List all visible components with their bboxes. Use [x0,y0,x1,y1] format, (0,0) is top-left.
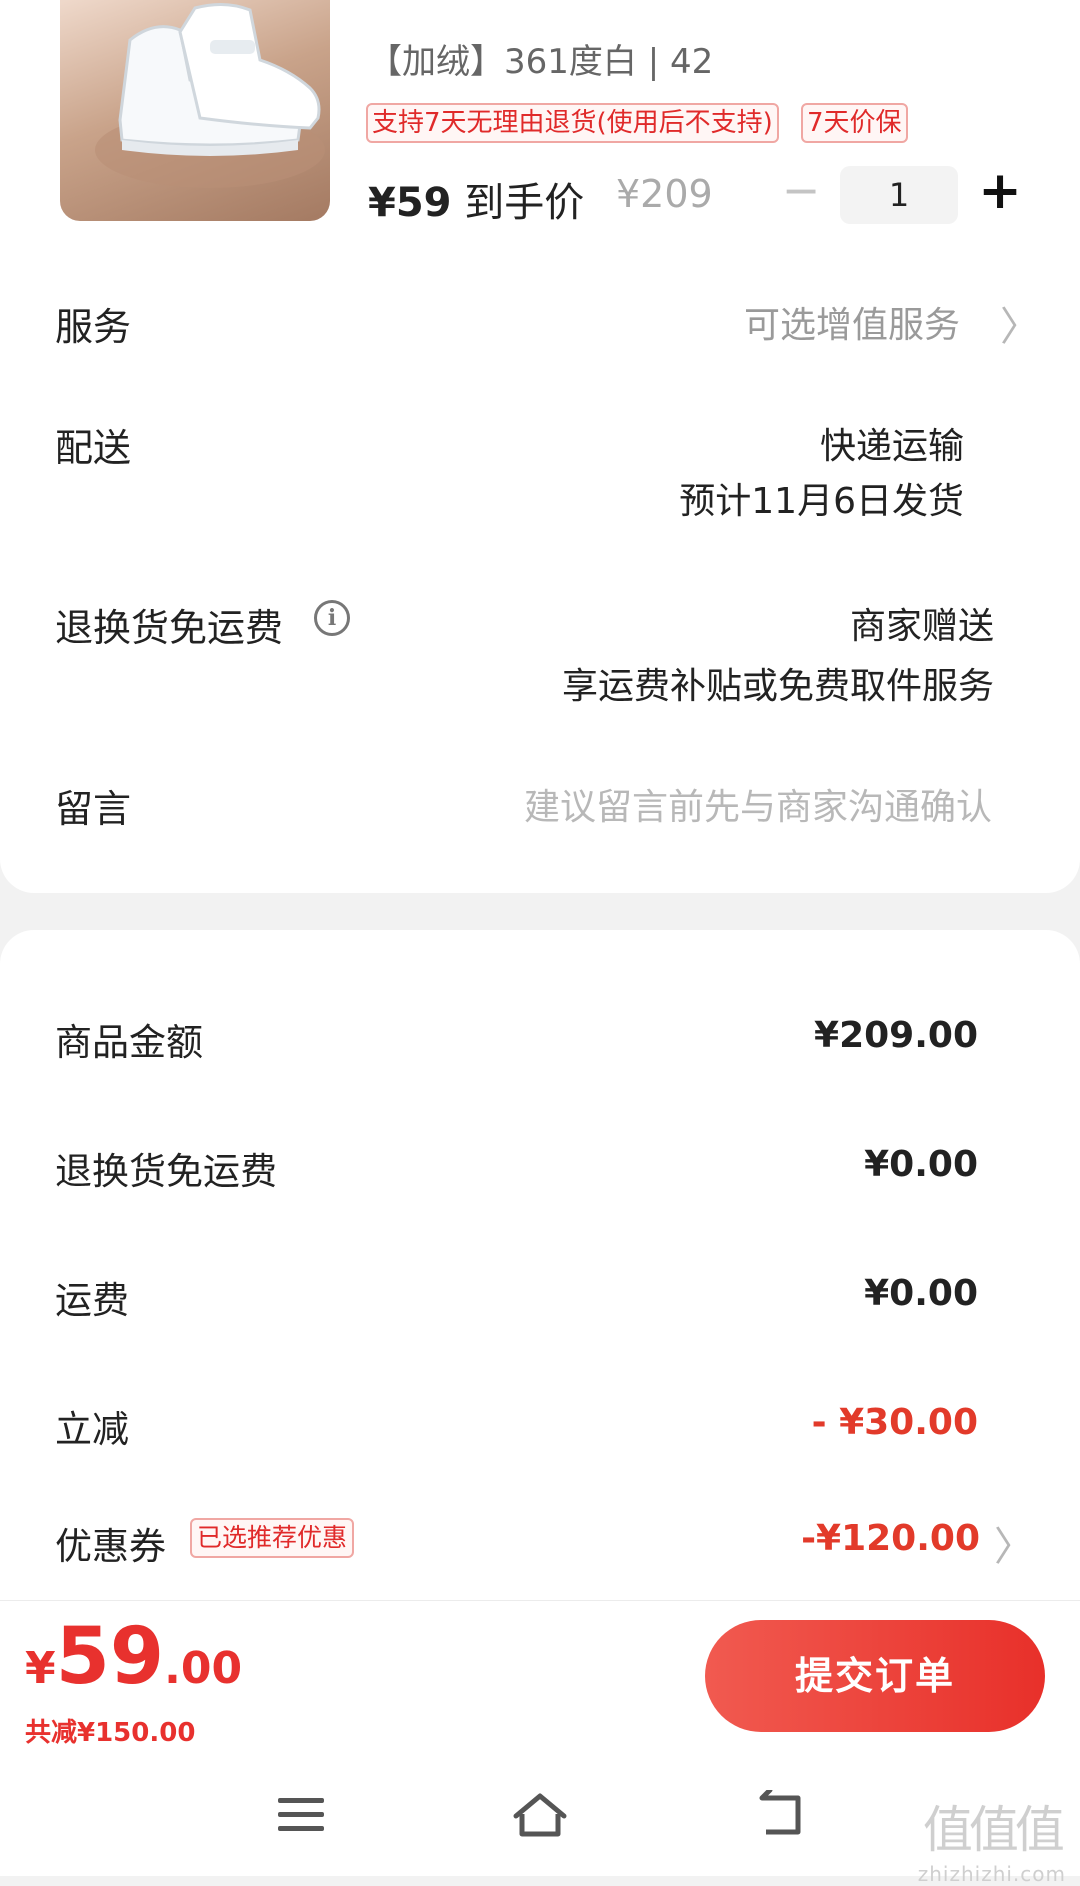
return-fee-value: ¥0.00 [864,1144,978,1185]
back-icon[interactable] [752,1787,812,1840]
final-price: ¥59 到手价 [368,170,584,228]
coupon-label: 优惠券 [55,1525,166,1568]
goods-amount-label: 商品金额 [55,1021,203,1064]
watermark: 值值值 zhizhizhi.com [918,1790,1066,1886]
final-price-value: 59 [395,180,452,226]
minus-icon[interactable]: − [778,167,824,216]
sneaker-icon [95,3,325,188]
shipping-value: ¥0.00 [864,1273,978,1314]
coupon-badge: 已选推荐优惠 [190,1518,355,1558]
price-protect-tag: 7天价保 [801,103,908,143]
quantity-input[interactable]: 1 [840,166,958,224]
service-label: 服务 [55,305,132,349]
shipping-label: 运费 [55,1279,129,1322]
goods-amount-value: ¥209.00 [814,1015,978,1056]
total-int: 59 [55,1612,165,1702]
original-price: ¥209 [616,172,713,216]
product-image[interactable] [60,0,330,221]
service-option[interactable]: 可选增值服务 [744,296,960,348]
submit-order-button[interactable]: 提交订单 [705,1620,1045,1732]
return-shipping-label: 退换货免运费 [55,606,284,650]
plus-icon[interactable]: + [976,165,1024,220]
return-shipping-desc: 享运费补贴或免费取件服务 [561,666,994,707]
delivery-label: 配送 [55,426,132,470]
delivery-estimate: 预计11月6日发货 [679,481,964,522]
total-price: ¥59.00 [25,1612,242,1702]
product-spec[interactable]: 【加绒】361度白 | 42 [368,34,713,83]
watermark-logo: 值值值 [922,1801,1065,1859]
note-input[interactable]: 建议留言前先与商家沟通确认 [524,778,992,830]
watermark-url: zhizhizhi.com [917,1862,1066,1886]
note-label: 留言 [55,787,132,831]
return-fee-label: 退换货免运费 [55,1150,277,1193]
home-icon[interactable] [510,1790,570,1840]
info-icon[interactable]: i [314,600,350,636]
order-options-card: 【加绒】361度白 | 42 支持7天无理由退货(使用后不支持) 7天价保 ¥5… [0,0,1080,893]
final-price-currency: ¥ [368,180,396,226]
chevron-right-icon[interactable]: 〉 [1000,294,1040,352]
instant-discount-label: 立减 [55,1408,129,1451]
return-shipping-provider: 商家赠送 [849,606,994,647]
final-price-label: 到手价 [464,180,585,226]
total-saved: 共减¥150.00 [25,1718,196,1748]
menu-icon[interactable] [272,1790,332,1840]
delivery-method[interactable]: 快递运输 [820,417,964,469]
total-dec: .00 [164,1643,243,1694]
return-policy-tag: 支持7天无理由退货(使用后不支持) [366,103,779,143]
total-currency: ¥ [25,1643,56,1694]
chevron-right-icon[interactable]: 〉 [994,1514,1034,1572]
instant-discount-value: - ¥30.00 [811,1402,978,1443]
coupon-value[interactable]: -¥120.00 [801,1518,980,1559]
